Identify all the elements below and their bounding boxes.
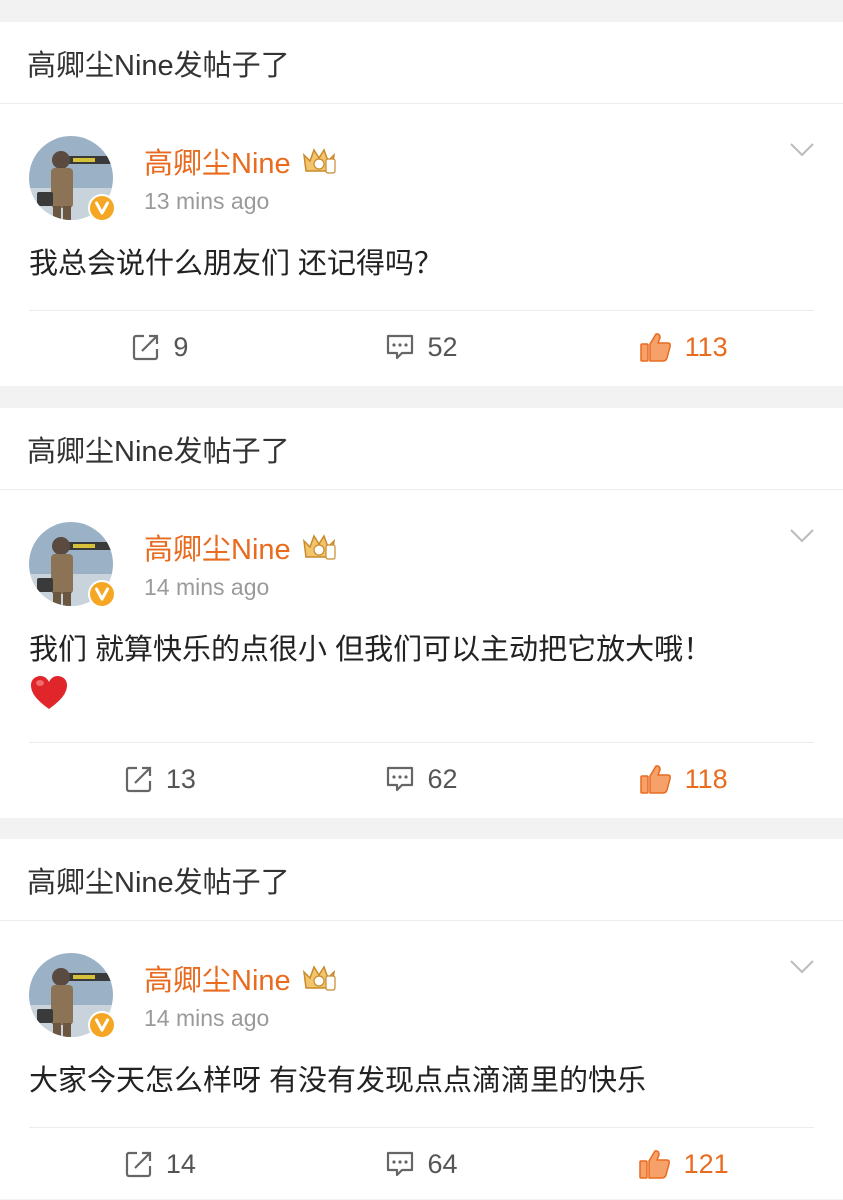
repost-count: 9	[173, 331, 189, 362]
comment-count: 62	[427, 763, 458, 794]
repost-icon	[133, 334, 159, 361]
action-bar: 14 64 121	[29, 1127, 814, 1200]
verified-v-icon	[88, 194, 116, 222]
post-notice-header[interactable]: 高卿尘Nine发帖子了	[0, 408, 843, 490]
chevron-down-icon[interactable]	[789, 959, 815, 975]
crown-badge-icon[interactable]	[301, 145, 337, 177]
action-bar: 9 52 113	[29, 310, 814, 383]
comment-count: 64	[427, 1148, 458, 1179]
repost-count: 14	[165, 1148, 196, 1179]
post-text-line: 我们 就算快乐的点很小 但我们可以主动把它放大哦！	[29, 634, 713, 666]
post-text: 我们 就算快乐的点很小 但我们可以主动把它放大哦！	[29, 630, 814, 712]
comment-button[interactable]: 64	[291, 1128, 553, 1200]
chevron-down-icon[interactable]	[789, 142, 815, 158]
thumbs-up-icon	[639, 765, 671, 794]
red-heart-emoji	[31, 676, 67, 709]
author-row: 高卿尘Nine	[144, 142, 337, 180]
post-card: 高卿尘Nine发帖子了	[0, 408, 843, 818]
comment-icon	[387, 1151, 414, 1177]
username[interactable]: 高卿尘Nine	[144, 957, 291, 999]
post-notice-header[interactable]: 高卿尘Nine发帖子了	[0, 839, 843, 921]
chevron-down-icon[interactable]	[789, 528, 815, 544]
thumbs-up-icon	[639, 333, 671, 362]
post-text: 我总会说什么朋友们 还记得吗？	[29, 248, 444, 280]
verified-v-icon	[88, 580, 116, 608]
like-button[interactable]: 113	[552, 311, 814, 383]
verified-v-icon	[88, 1011, 116, 1039]
repost-button[interactable]: 14	[29, 1128, 291, 1200]
repost-count: 13	[165, 763, 196, 794]
repost-button[interactable]: 9	[29, 311, 291, 383]
comment-button[interactable]: 62	[291, 743, 553, 815]
post-notice-header[interactable]: 高卿尘Nine发帖子了	[0, 22, 843, 104]
thumbs-up-icon	[638, 1150, 670, 1179]
feed: 高卿尘Nine发帖子了 高卿尘Nine 13 mins ago 我总会说什么朋友…	[0, 0, 843, 1199]
post-time: 14 mins ago	[144, 574, 270, 600]
avatar[interactable]	[29, 953, 116, 1039]
comment-icon	[387, 334, 414, 360]
like-button[interactable]: 118	[552, 743, 814, 815]
repost-button[interactable]: 13	[29, 743, 291, 815]
comment-button[interactable]: 52	[291, 311, 553, 383]
avatar[interactable]	[29, 522, 116, 608]
like-count: 113	[684, 331, 728, 362]
post-text: 大家今天怎么样呀 有没有发现点点滴滴里的快乐	[29, 1065, 647, 1097]
username[interactable]: 高卿尘Nine	[144, 140, 291, 182]
post-card: 高卿尘Nine发帖子了	[0, 839, 843, 1199]
crown-badge-icon[interactable]	[301, 962, 337, 994]
repost-icon	[125, 1151, 151, 1178]
author-row: 高卿尘Nine	[144, 528, 337, 566]
action-bar: 13 62 118	[29, 742, 814, 815]
post-time: 13 mins ago	[144, 188, 270, 214]
username[interactable]: 高卿尘Nine	[144, 526, 291, 568]
post-time: 14 mins ago	[144, 1005, 270, 1031]
repost-icon	[125, 766, 151, 793]
crown-badge-icon[interactable]	[301, 531, 337, 563]
like-count: 118	[684, 763, 728, 794]
post-card: 高卿尘Nine发帖子了	[0, 22, 843, 386]
comment-count: 52	[427, 331, 458, 362]
like-button[interactable]: 121	[552, 1128, 814, 1200]
like-count: 121	[683, 1148, 729, 1179]
comment-icon	[387, 766, 414, 792]
avatar[interactable]	[29, 136, 116, 222]
author-row: 高卿尘Nine	[144, 959, 337, 997]
